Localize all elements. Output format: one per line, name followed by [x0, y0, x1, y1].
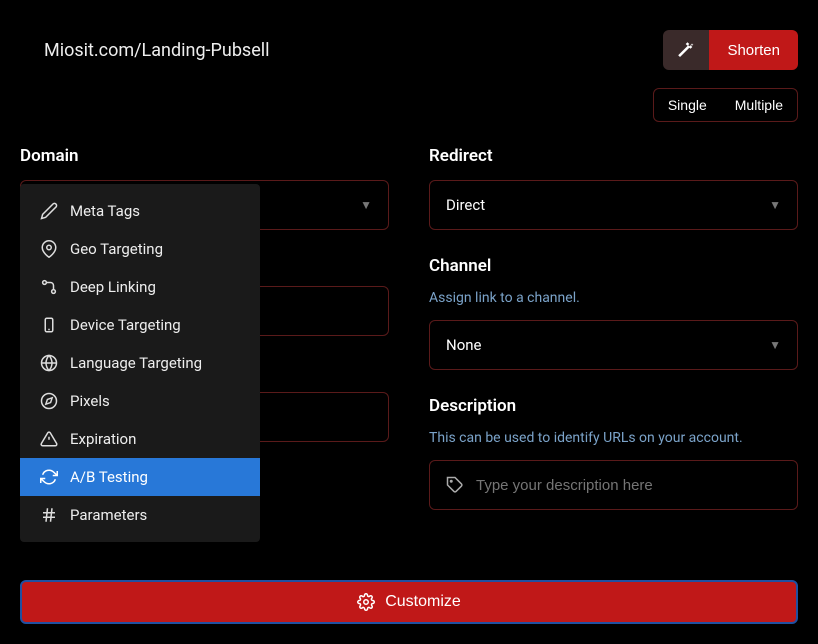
device-icon: [40, 316, 58, 334]
mode-multiple[interactable]: Multiple: [721, 89, 797, 121]
menu-ab-testing[interactable]: A/B Testing: [20, 458, 260, 496]
url-display: Miosit.com/Landing-Pubsell: [20, 40, 270, 61]
redirect-select[interactable]: Direct ▼: [429, 180, 798, 230]
mode-single[interactable]: Single: [654, 89, 721, 121]
menu-pixels[interactable]: Pixels: [20, 382, 260, 420]
warning-icon: [40, 430, 58, 448]
pencil-icon: [40, 202, 58, 220]
magic-wand-icon: [677, 41, 695, 59]
menu-language-targeting[interactable]: Language Targeting: [20, 344, 260, 382]
gear-icon: [357, 593, 375, 611]
shorten-button[interactable]: Shorten: [709, 30, 798, 70]
refresh-icon: [40, 468, 58, 486]
hash-icon: [40, 506, 58, 524]
menu-meta-tags[interactable]: Meta Tags: [20, 192, 260, 230]
branch-icon: [40, 278, 58, 296]
redirect-label: Redirect: [429, 146, 798, 166]
menu-geo-targeting[interactable]: Geo Targeting: [20, 230, 260, 268]
chevron-down-icon: ▼: [360, 198, 372, 212]
domain-label: Domain: [20, 146, 389, 166]
description-help: This can be used to identify URLs on you…: [429, 430, 798, 446]
menu-device-targeting[interactable]: Device Targeting: [20, 306, 260, 344]
customize-button[interactable]: Customize: [20, 580, 798, 624]
description-input[interactable]: [429, 460, 798, 510]
chevron-down-icon: ▼: [769, 198, 781, 212]
chevron-down-icon: ▼: [769, 338, 781, 352]
channel-label: Channel: [429, 256, 798, 276]
globe-icon: [40, 354, 58, 372]
options-dropdown: Meta Tags Geo Targeting Deep Linking Dev…: [20, 184, 260, 542]
channel-select[interactable]: None ▼: [429, 320, 798, 370]
channel-help: Assign link to a channel.: [429, 290, 798, 306]
mode-toggle: Single Multiple: [653, 88, 798, 122]
menu-parameters[interactable]: Parameters: [20, 496, 260, 534]
pin-icon: [40, 240, 58, 258]
menu-deep-linking[interactable]: Deep Linking: [20, 268, 260, 306]
compass-icon: [40, 392, 58, 410]
tag-icon: [446, 476, 464, 494]
menu-expiration[interactable]: Expiration: [20, 420, 260, 458]
description-label: Description: [429, 396, 798, 416]
magic-button[interactable]: [663, 30, 709, 70]
